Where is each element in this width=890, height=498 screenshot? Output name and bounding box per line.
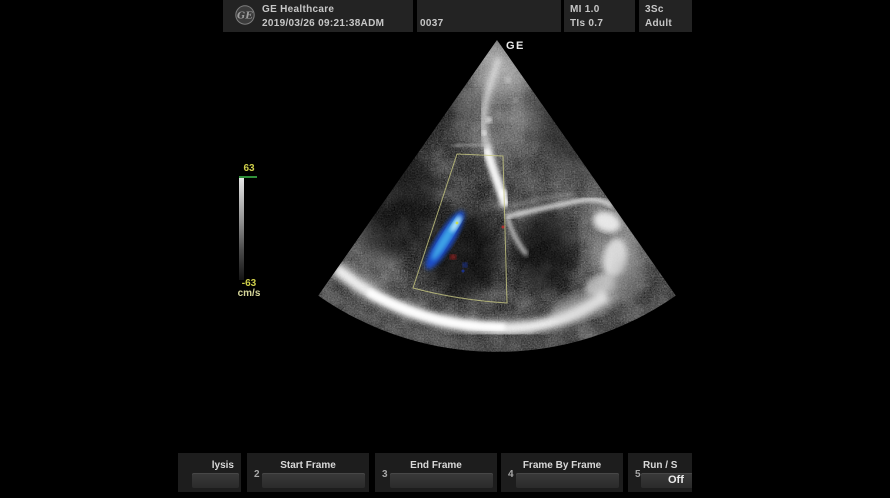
- ultrasound-image: [0, 0, 890, 498]
- softkey-frame-by-frame-button[interactable]: [516, 473, 619, 488]
- softkey-end-frame-label: End Frame: [375, 460, 497, 471]
- softkey-number: 5: [635, 469, 641, 480]
- softkey-start-frame-label: Start Frame: [247, 460, 369, 471]
- softkey-run-stop-label: Run / S: [643, 460, 677, 471]
- sector-image: [300, 30, 700, 360]
- softkey-run-stop[interactable]: 5 Run / S Off: [628, 453, 692, 492]
- softkey-analysis[interactable]: lysis: [178, 453, 241, 492]
- vendor-watermark: GE: [506, 40, 525, 52]
- softkey-frame-by-frame[interactable]: 4 Frame By Frame: [501, 453, 623, 492]
- softkey-end-frame[interactable]: 3 End Frame: [375, 453, 497, 492]
- softkey-start-frame-button[interactable]: [262, 473, 365, 488]
- softkey-run-stop-value: Off: [668, 474, 684, 486]
- softkey-run-stop-button[interactable]: [641, 473, 692, 488]
- softkey-analysis-label: lysis: [212, 460, 234, 471]
- softkey-start-frame[interactable]: 2 Start Frame: [247, 453, 369, 492]
- softkey-frame-by-frame-label: Frame By Frame: [501, 460, 623, 471]
- softkey-end-frame-button[interactable]: [390, 473, 493, 488]
- softkey-analysis-button[interactable]: [192, 473, 239, 488]
- ultrasound-screen: GE GE Healthcare 2019/03/26 09:21:38ADM …: [0, 0, 890, 498]
